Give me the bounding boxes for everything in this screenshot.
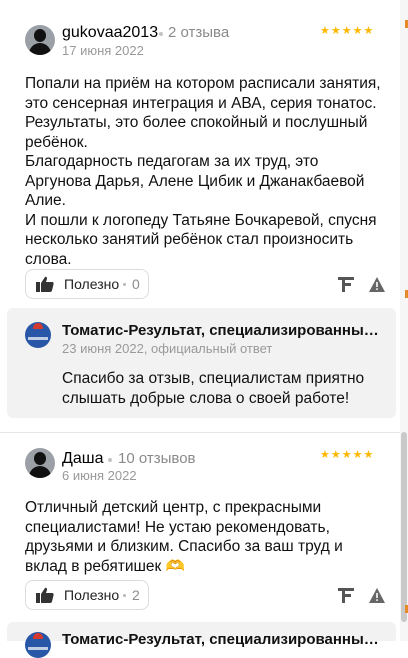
divider <box>0 432 400 433</box>
review-paragraph: Попали на приём на котором расписали зан… <box>25 75 381 151</box>
review-author-count: 10 отзывов <box>118 450 196 467</box>
separator-dot <box>123 594 126 597</box>
scrollbar-thumb[interactable] <box>401 432 407 622</box>
reply-date: 23 июня 2022, официальный ответ <box>62 341 273 356</box>
review-date: 17 июня 2022 <box>62 43 144 58</box>
review-text: Попали на приём на котором расписали зан… <box>25 74 385 269</box>
org-logo-icon[interactable] <box>25 322 51 348</box>
user-avatar-icon[interactable] <box>25 448 55 478</box>
useful-label: Полезно <box>64 587 120 603</box>
share-f-icon[interactable] <box>336 275 356 293</box>
useful-button[interactable]: Полезно 2 <box>25 580 149 610</box>
review-paragraph: И пошли к логопеду Татьяне Бочкаревой, с… <box>25 211 377 268</box>
warning-icon[interactable] <box>369 277 385 292</box>
useful-label: Полезно <box>64 276 120 292</box>
rating-stars: ★★★★★ <box>320 449 375 461</box>
review-author-count: 2 отзыва <box>168 24 230 41</box>
separator-dot <box>108 458 112 462</box>
warning-icon[interactable] <box>369 588 385 603</box>
reply-org-name[interactable]: Томатис-Результат, специализированны… <box>62 322 379 339</box>
review-author[interactable]: Даша <box>62 450 103 468</box>
review-paragraph: Благодарность педагогам за их труд, это … <box>25 153 365 209</box>
reply-text: Спасибо за отзыв, специалистам приятно с… <box>62 370 365 407</box>
official-reply: Томатис-Результат, специализированны… 23… <box>7 308 396 418</box>
separator-dot <box>159 32 163 36</box>
org-logo-icon[interactable] <box>25 632 51 658</box>
official-reply: Томатис-Результат, специализированны… <box>7 622 396 658</box>
thumbs-up-icon <box>36 276 54 292</box>
rating-stars: ★★★★★ <box>320 25 375 37</box>
review-date: 6 июня 2022 <box>62 468 137 483</box>
review-paragraph: Отличный детский центр, с прекрасными сп… <box>25 499 343 575</box>
separator-dot <box>123 283 126 286</box>
reply-org-name[interactable]: Томатис-Результат, специализированны… <box>62 631 379 648</box>
useful-count: 2 <box>132 587 140 603</box>
share-f-icon[interactable] <box>336 586 356 604</box>
user-avatar-icon[interactable] <box>25 25 55 55</box>
thumbs-up-icon <box>36 587 54 603</box>
useful-count: 0 <box>132 276 140 292</box>
review-author[interactable]: gukovaa2013 <box>62 24 158 42</box>
useful-button[interactable]: Полезно 0 <box>25 269 149 299</box>
review-text: Отличный детский центр, с прекрасными сп… <box>25 498 385 576</box>
